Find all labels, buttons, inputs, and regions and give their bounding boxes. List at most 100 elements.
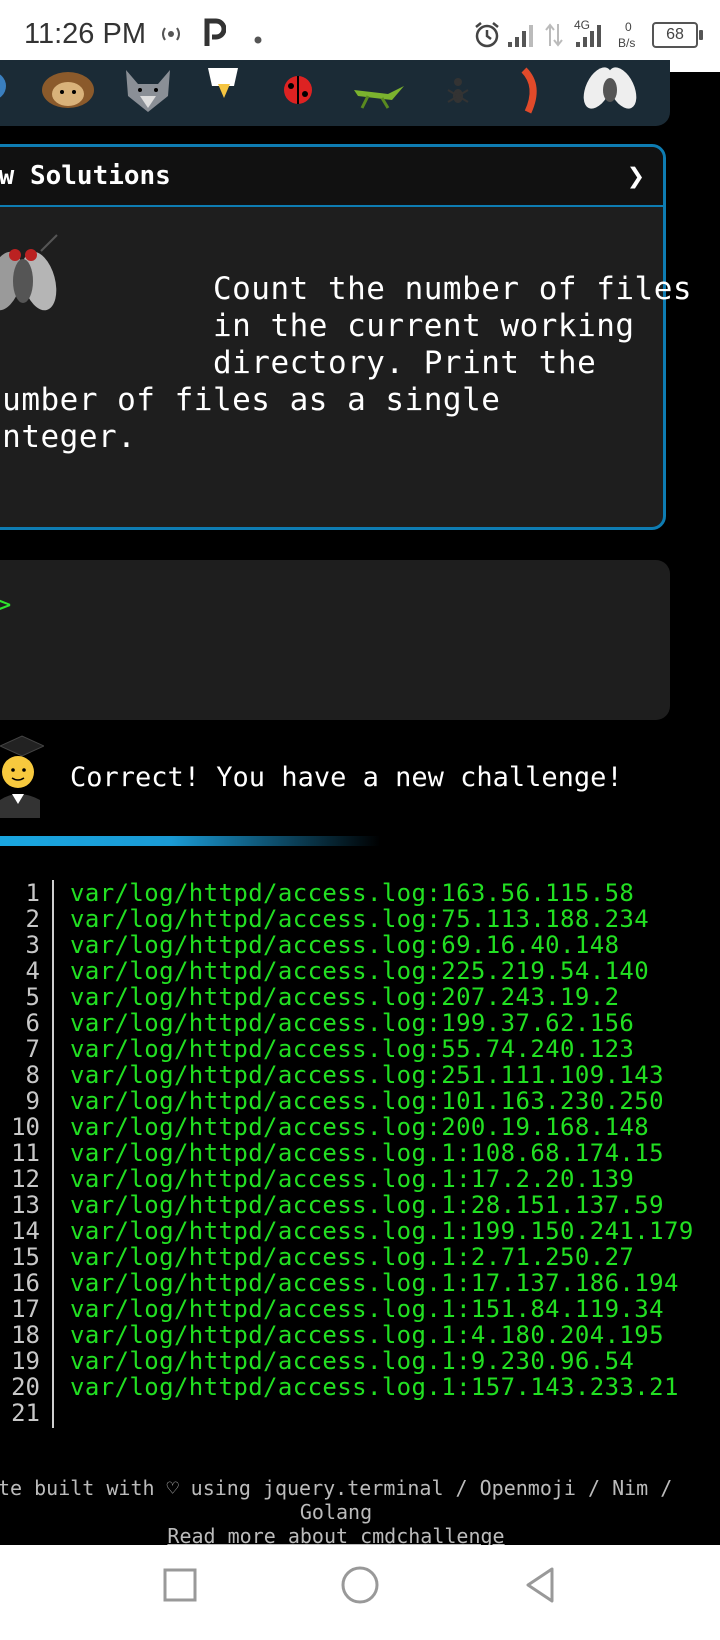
line-text: var/log/httpd/access.log:199.37.62.156 [70, 1009, 635, 1037]
divider-bar [0, 836, 380, 846]
back-button[interactable] [520, 1565, 560, 1609]
line-number: 14 [11, 1217, 40, 1245]
data-transfer-icon [544, 22, 564, 53]
status-time: 11:26 PM [24, 18, 146, 50]
line-text: var/log/httpd/access.log.1:28.151.137.59 [70, 1191, 664, 1219]
line-number: 7 [25, 1035, 40, 1063]
line-number: 1 [25, 879, 40, 907]
alarm-icon [472, 20, 502, 55]
output-line: 2 var/log/httpd/access.log:75.113.188.234 [0, 906, 720, 932]
line-text: var/log/httpd/access.log.1:108.68.174.15 [70, 1139, 664, 1167]
signal-icon [506, 22, 538, 53]
line-number: 18 [11, 1321, 40, 1349]
output-line: 17 var/log/httpd/access.log.1:151.84.119.… [0, 1296, 720, 1322]
battery-indicator: 68 [652, 22, 703, 48]
line-text: var/log/httpd/access.log.1:199.150.241.1… [70, 1217, 694, 1245]
line-number: 20 [11, 1373, 40, 1401]
line-text: var/log/httpd/access.log.1:17.137.186.19… [70, 1269, 679, 1297]
eagle-icon [198, 66, 248, 125]
line-text: var/log/httpd/access.log.1:151.84.119.34 [70, 1295, 664, 1323]
footer-golang: Golang [299, 1500, 373, 1524]
line-number: 13 [11, 1191, 40, 1219]
output-line: 20 var/log/httpd/access.log.1:157.143.233… [0, 1374, 720, 1400]
navigation-bar [0, 1545, 720, 1640]
line-text: var/log/httpd/access.log.1:157.143.233.2… [70, 1373, 679, 1401]
line-number: 9 [25, 1087, 40, 1115]
challenge-card: ew Solutions ❯ Count the number of files… [0, 144, 692, 530]
recent-apps-button[interactable] [160, 1565, 200, 1609]
line-number: 6 [25, 1009, 40, 1037]
output-line: 1 var/log/httpd/access.log:163.56.115.58 [0, 880, 720, 906]
output-line: 19 var/log/httpd/access.log.1:9.230.96.54 [0, 1348, 720, 1374]
chevron-right-icon[interactable]: ❯ [627, 159, 645, 194]
line-text: var/log/httpd/access.log.1:4.180.204.195 [70, 1321, 664, 1349]
line-number: 3 [25, 931, 40, 959]
ant-icon [438, 66, 478, 125]
command-output: 1 var/log/httpd/access.log:163.56.115.58 2… [0, 880, 720, 1426]
output-line: 9 var/log/httpd/access.log:101.163.230.25… [0, 1088, 720, 1114]
dot-icon [254, 31, 262, 49]
animal-strip [0, 60, 670, 126]
line-text: var/log/httpd/access.log:251.111.109.143 [70, 1061, 664, 1089]
speed-unit: B/s [618, 36, 636, 50]
line-number: 11 [11, 1139, 40, 1167]
shrimp-icon [510, 66, 550, 125]
output-line: 16 var/log/httpd/access.log.1:17.137.186.… [0, 1270, 720, 1296]
feedback-message: Correct! You have a new challenge! [70, 762, 623, 793]
p-app-icon [204, 18, 227, 53]
terminal-prompt: )> [0, 590, 12, 620]
signal-icon-2 [574, 22, 606, 53]
wolf-icon [118, 66, 178, 125]
output-line: 21 [0, 1400, 720, 1426]
line-text: var/log/httpd/access.log:207.243.19.2 [70, 983, 620, 1011]
output-line: 13 var/log/httpd/access.log.1:28.151.137.… [0, 1192, 720, 1218]
output-line: 7 var/log/httpd/access.log:55.74.240.123 [0, 1036, 720, 1062]
output-line: 5 var/log/httpd/access.log:207.243.19.2 [0, 984, 720, 1010]
line-text: var/log/httpd/access.log:225.219.54.140 [70, 957, 650, 985]
line-number: 19 [11, 1347, 40, 1375]
hedgehog-icon [38, 66, 98, 125]
line-text: var/log/httpd/access.log:200.19.168.148 [70, 1113, 650, 1141]
output-line: 15 var/log/httpd/access.log.1:2.71.250.27 [0, 1244, 720, 1270]
output-line: 4 var/log/httpd/access.log:225.219.54.140 [0, 958, 720, 984]
graduate-avatar-icon [0, 734, 46, 818]
footer-credits: te built with ♡ using jquery.terminal / … [0, 1476, 673, 1500]
output-line: 11 var/log/httpd/access.log.1:108.68.174.… [0, 1140, 720, 1166]
line-text: var/log/httpd/access.log:55.74.240.123 [70, 1035, 635, 1063]
line-number: 5 [25, 983, 40, 1011]
grasshopper-icon [348, 66, 408, 125]
line-number: 16 [11, 1269, 40, 1297]
output-line: 18 var/log/httpd/access.log.1:4.180.204.1… [0, 1322, 720, 1348]
line-number: 15 [11, 1243, 40, 1271]
home-button[interactable] [338, 1563, 382, 1611]
line-text: var/log/httpd/access.log.1:9.230.96.54 [70, 1347, 635, 1375]
output-line: 12 var/log/httpd/access.log.1:17.2.20.139 [0, 1166, 720, 1192]
line-number: 2 [25, 905, 40, 933]
output-line: 6 var/log/httpd/access.log:199.37.62.156 [0, 1010, 720, 1036]
line-number: 21 [11, 1399, 40, 1427]
line-text: var/log/httpd/access.log:75.113.188.234 [70, 905, 650, 933]
line-number: 8 [25, 1061, 40, 1089]
output-line: 8 var/log/httpd/access.log:251.111.109.14… [0, 1062, 720, 1088]
speed-value: 0 [625, 20, 632, 34]
line-text: var/log/httpd/access.log:101.163.230.250 [70, 1087, 664, 1115]
line-number: 17 [11, 1295, 40, 1323]
line-text: var/log/httpd/access.log.1:2.71.250.27 [70, 1243, 635, 1271]
line-text: var/log/httpd/access.log.1:17.2.20.139 [70, 1165, 635, 1193]
hotspot-icon [158, 24, 184, 49]
ladybug-icon [278, 66, 318, 125]
line-number: 4 [25, 957, 40, 985]
line-text: var/log/httpd/access.log:163.56.115.58 [70, 879, 635, 907]
challenge-description: Count the number of files in the current… [0, 271, 693, 455]
line-number: 12 [11, 1165, 40, 1193]
fly-icon [580, 66, 640, 125]
output-line: 10 var/log/httpd/access.log:200.19.168.14… [0, 1114, 720, 1140]
terminal-input[interactable]: )> [0, 560, 670, 720]
output-line: 3 var/log/httpd/access.log:69.16.40.148 [0, 932, 720, 958]
owl-icon [0, 66, 10, 125]
line-text: var/log/httpd/access.log:69.16.40.148 [70, 931, 620, 959]
challenge-title: ew Solutions [0, 161, 171, 191]
line-number: 10 [11, 1113, 40, 1141]
output-line: 14 var/log/httpd/access.log.1:199.150.241… [0, 1218, 720, 1244]
challenge-header[interactable]: ew Solutions ❯ [0, 147, 663, 207]
